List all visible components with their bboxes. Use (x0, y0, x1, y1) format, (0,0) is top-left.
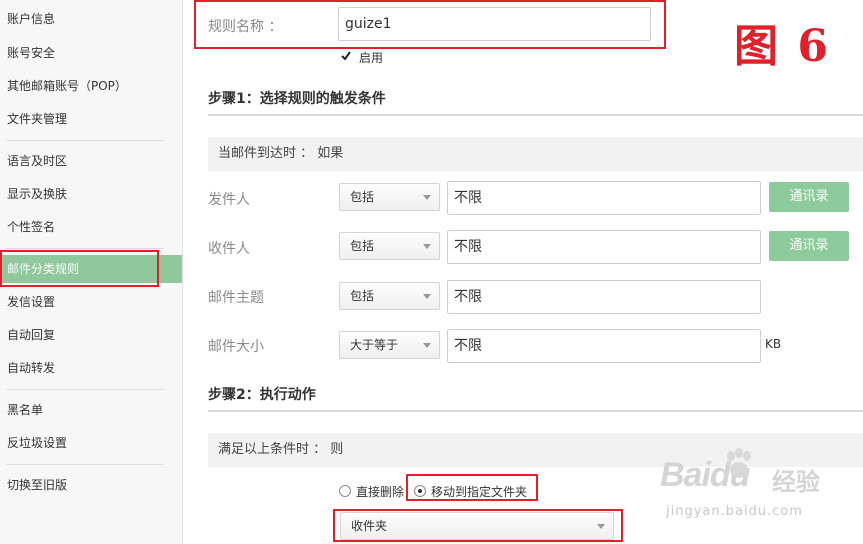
sidebar-divider (6, 389, 164, 390)
enable-label: 启用 (359, 51, 384, 65)
sidebar-item-language-timezone[interactable]: 语言及时区 (0, 147, 182, 175)
recipient-contacts-button[interactable]: 通讯录 (769, 231, 849, 261)
folder-select-value: 收件夹 (351, 519, 388, 533)
sidebar-item-signature[interactable]: 个性签名 (0, 213, 182, 241)
sidebar-item-auto-reply[interactable]: 自动回复 (0, 321, 182, 349)
move-to-folder-radio[interactable] (414, 485, 426, 497)
watermark-url: jingyan.baidu.com (666, 504, 803, 519)
sender-op-value: 包括 (350, 190, 375, 204)
size-op-value: 大于等于 (350, 338, 399, 352)
sidebar-item-account-security[interactable]: 账号安全 (0, 39, 182, 67)
sidebar-item-auto-forward[interactable]: 自动转发 (0, 354, 182, 382)
sidebar-item-display-skin[interactable]: 显示及换肤 (0, 180, 182, 208)
subject-input[interactable]: 不限 (447, 280, 761, 314)
chevron-down-icon (423, 343, 431, 348)
sidebar-item-folder-management[interactable]: 文件夹管理 (0, 105, 182, 133)
size-unit: KB (765, 337, 782, 351)
size-op-select[interactable]: 大于等于 (339, 331, 440, 359)
sender-op-select[interactable]: 包括 (339, 183, 440, 211)
recipient-label: 收件人 (208, 241, 250, 257)
sidebar-item-account-info[interactable]: 账户信息 (0, 5, 182, 33)
sender-label: 发件人 (208, 192, 250, 208)
delete-radio[interactable] (339, 485, 351, 497)
sender-contacts-button[interactable]: 通讯录 (769, 182, 849, 212)
sidebar-item-pop-accounts[interactable]: 其他邮箱账号（POP） (0, 72, 182, 100)
sidebar-item-mail-rules[interactable]: 邮件分类规则 (0, 255, 182, 283)
sender-input[interactable]: 不限 (447, 181, 761, 215)
baidu-jingyan-watermark: Baidu 经验 jingyan.baidu.com (660, 448, 860, 528)
sidebar-item-blacklist[interactable]: 黑名单 (0, 396, 182, 424)
recipient-op-select[interactable]: 包括 (339, 232, 440, 260)
paw-icon (727, 448, 751, 478)
enable-checkbox[interactable] (340, 50, 352, 62)
chevron-down-icon (423, 244, 431, 249)
sidebar-item-antispam[interactable]: 反垃圾设置 (0, 429, 182, 457)
step2-divider (208, 410, 863, 412)
sidebar-divider (6, 248, 164, 249)
chevron-down-icon (423, 195, 431, 200)
sidebar-item-switch-old-version[interactable]: 切换至旧版 (0, 471, 182, 499)
step1-title: 步骤1：选择规则的触发条件 (208, 91, 386, 107)
recipient-input[interactable]: 不限 (447, 230, 761, 264)
step2-title: 步骤2：执行动作 (208, 387, 316, 403)
rule-name-input[interactable]: guize1 (338, 7, 651, 41)
recipient-op-value: 包括 (350, 239, 375, 253)
settings-sidebar: 账户信息 账号安全 其他邮箱账号（POP） 文件夹管理 语言及时区 显示及换肤 … (0, 0, 183, 544)
sidebar-divider (6, 464, 164, 465)
subject-op-value: 包括 (350, 289, 375, 303)
step1-condition-band: 当邮件到达时 ： 如果 (208, 137, 863, 171)
chevron-down-icon (597, 524, 605, 529)
rule-name-label: 规则名称 ： (208, 19, 283, 35)
size-input[interactable]: 不限 (447, 329, 761, 363)
sidebar-item-send-settings[interactable]: 发信设置 (0, 288, 182, 316)
move-option-label[interactable]: 移动到指定文件夹 (431, 483, 527, 500)
step1-divider (208, 114, 863, 116)
figure-label: 图 6 (734, 21, 830, 72)
folder-select[interactable]: 收件夹 (340, 512, 614, 540)
subject-op-select[interactable]: 包括 (339, 282, 440, 310)
size-label: 邮件大小 (208, 339, 264, 355)
chevron-down-icon (423, 294, 431, 299)
subject-label: 邮件主题 (208, 290, 264, 306)
watermark-cn-text: 经验 (772, 468, 820, 496)
delete-option-label[interactable]: 直接删除 (356, 483, 404, 500)
sidebar-divider (6, 140, 164, 141)
